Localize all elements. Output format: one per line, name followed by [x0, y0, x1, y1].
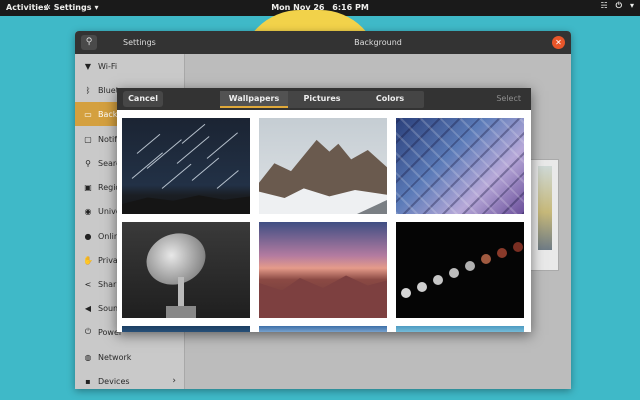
search-icon: ⚲: [85, 158, 91, 168]
window-headerbar: ⚲ Settings Background ✕: [75, 31, 571, 54]
background-icon: ▭: [84, 109, 92, 119]
page-title: Background: [354, 38, 402, 47]
sidebar-item-network[interactable]: ◍ Network: [75, 345, 184, 369]
wallpaper-thumb-star-trails[interactable]: [122, 118, 250, 214]
select-button[interactable]: Select: [496, 91, 521, 107]
wifi-icon: ▼: [84, 61, 92, 71]
wallpaper-grid: [117, 110, 531, 332]
sidebar-item-devices[interactable]: ▪ Devices ›: [75, 369, 184, 389]
caret-down-icon: ▾: [629, 1, 634, 10]
view-switcher: Wallpapers Pictures Colors: [220, 91, 424, 108]
wallpaper-thumb-lunar-eclipse[interactable]: [396, 222, 524, 318]
sidebar-item-label: Wi-Fi: [98, 61, 118, 71]
tab-pictures[interactable]: Pictures: [288, 91, 356, 108]
region-icon: ▣: [84, 182, 92, 192]
wallpaper-thumb[interactable]: [259, 326, 387, 332]
chevron-right-icon: ›: [172, 376, 176, 386]
preview-image: [538, 166, 552, 250]
wallpaper-thumb[interactable]: [396, 326, 524, 332]
system-tray[interactable]: ☵ ⏻ ▾: [600, 2, 634, 10]
wallpaper-thumb-canyon[interactable]: [259, 222, 387, 318]
universal-access-icon: ◉: [84, 206, 92, 216]
privacy-icon: ✋: [83, 255, 93, 265]
tab-wallpapers[interactable]: Wallpapers: [220, 91, 288, 108]
sidebar-item-label: Devices: [98, 376, 130, 386]
power-icon: ⏻: [615, 1, 622, 10]
wallpaper-thumb-geometric-glass[interactable]: [396, 118, 524, 214]
network-icon: ☵: [600, 1, 608, 10]
tab-colors[interactable]: Colors: [356, 91, 424, 108]
clock-time: 6:16 PM: [332, 3, 369, 12]
sidebar-item-label: Network: [98, 352, 132, 362]
devices-icon: ▪: [85, 376, 91, 386]
close-button[interactable]: ✕: [552, 36, 565, 49]
power-icon: ⏻: [84, 327, 92, 336]
dialog-headerbar: Cancel Wallpapers Pictures Colors Select: [117, 88, 531, 110]
sharing-icon: <: [84, 279, 92, 289]
notifications-icon: ▢: [84, 134, 92, 144]
network-icon: ◍: [84, 352, 92, 362]
wallpaper-thumb-rocky-mountains[interactable]: [259, 118, 387, 214]
bluetooth-icon: ᛒ: [85, 85, 91, 95]
lock-screen-preview[interactable]: [527, 159, 559, 271]
cancel-button[interactable]: Cancel: [123, 91, 163, 107]
sound-icon: ◀: [84, 303, 92, 313]
wallpaper-thumb[interactable]: [122, 326, 250, 332]
sidebar-item-wifi[interactable]: ▼ Wi-Fi: [75, 54, 184, 78]
wallpaper-chooser-dialog: Cancel Wallpapers Pictures Colors Select: [117, 88, 531, 332]
online-accounts-icon: ●: [84, 231, 92, 241]
close-icon: ✕: [555, 38, 562, 47]
wallpaper-thumb-satellite-dish[interactable]: [122, 222, 250, 318]
